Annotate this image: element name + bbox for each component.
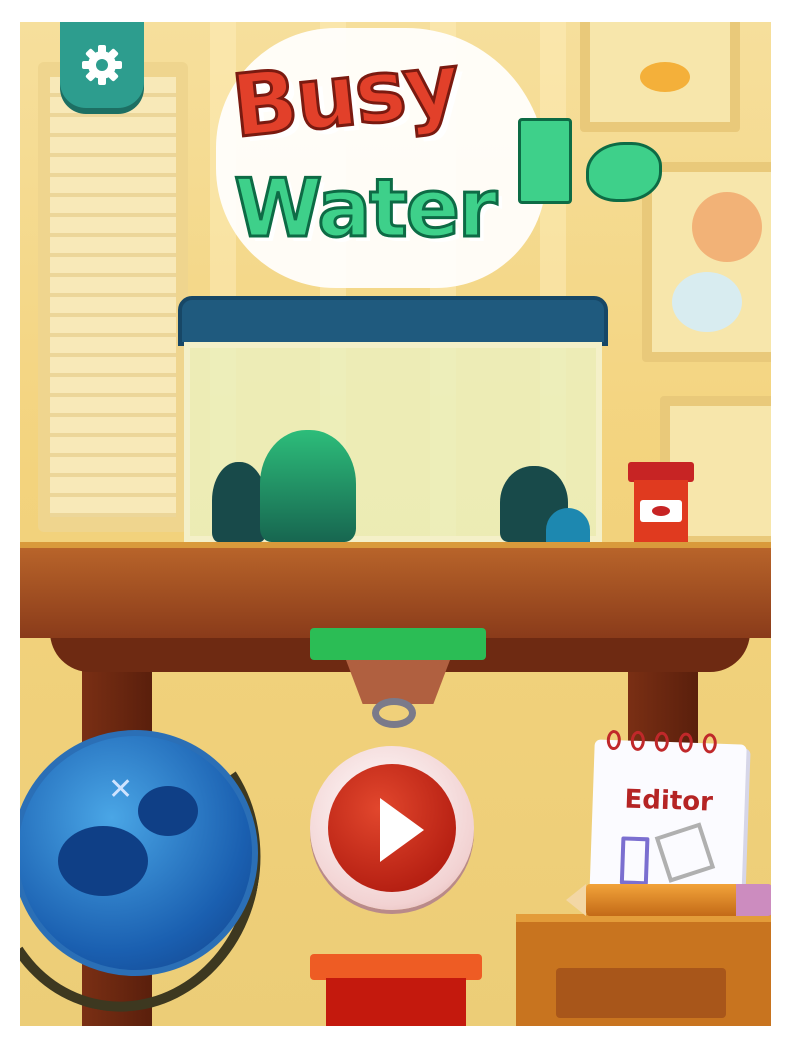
pencil-eraser: [736, 884, 771, 916]
jar-label: [640, 500, 682, 522]
logo-title-water: Water: [232, 161, 498, 257]
fish-tank: [178, 296, 608, 544]
tank-plant-icon: [212, 462, 266, 542]
play-button[interactable]: [310, 746, 474, 910]
editor-label: Editor: [624, 784, 714, 818]
settings-button[interactable]: [60, 22, 144, 108]
desk-drawer: [556, 968, 726, 1018]
table-top: [20, 542, 771, 638]
pencil: [566, 884, 771, 916]
tank-lid: [178, 296, 608, 346]
pipe-sketch-icon: [654, 822, 716, 883]
gear-icon: [82, 45, 122, 85]
pipe-sketch-icon: [619, 836, 650, 886]
fish-icon: [652, 506, 670, 516]
notepad-spiral: [606, 729, 622, 751]
globe-button[interactable]: ✕: [20, 730, 258, 976]
globe-continent: [58, 826, 148, 896]
tap-ring: [372, 698, 416, 728]
pencil-tip: [566, 884, 586, 916]
wall-picture-boy: [642, 162, 771, 362]
fish-picture-icon: [640, 62, 690, 92]
jar-body: [634, 480, 688, 544]
window-blinds: [50, 77, 176, 517]
pipe: [326, 978, 466, 1026]
tank-plant-icon: [260, 430, 356, 542]
jar-lid: [628, 462, 694, 482]
tap-valve: [310, 628, 486, 660]
logo-faucet-icon: [518, 118, 572, 204]
globe-continent: [138, 786, 198, 836]
fish-food-jar: [628, 462, 694, 544]
notepad-spiral: [654, 731, 670, 752]
desk: [516, 914, 771, 1026]
notepad-spiral: [630, 730, 646, 752]
pipe-cap: [310, 954, 482, 980]
fishbowl-icon: [672, 272, 742, 332]
wall-picture-fish: [580, 22, 740, 132]
notepad-spiral: [678, 732, 694, 753]
map-x-marker-icon: ✕: [108, 772, 134, 807]
game-screen: Busy Water ✕ Editor: [20, 22, 771, 1026]
boy-face-icon: [692, 192, 762, 262]
editor-button[interactable]: Editor: [589, 729, 747, 905]
notepad-spiral: [702, 733, 718, 754]
logo-splash-icon: [586, 142, 662, 202]
